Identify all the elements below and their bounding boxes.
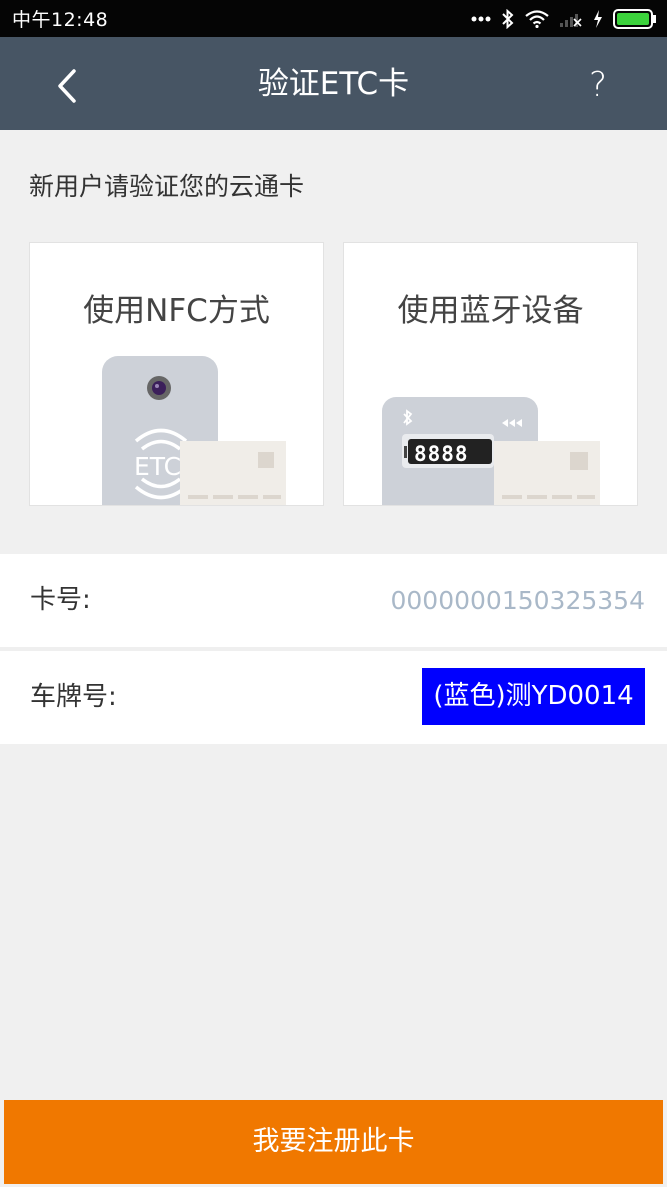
bluetooth-display-text: 8888 [414, 442, 469, 466]
page-title: 验证ETC卡 [257, 66, 410, 102]
nfc-device-text: ETC [134, 452, 181, 481]
status-time: 中午12:48 [12, 9, 109, 31]
card-number-label: 卡号: [30, 585, 91, 615]
plate-number-value: (蓝色)测YD0014 [422, 668, 645, 725]
wifi-icon [525, 9, 549, 28]
plate-number-row: 车牌号: (蓝色)测YD0014 [0, 651, 667, 744]
nfc-phone-illustration: ETC [102, 356, 286, 505]
charging-icon [594, 9, 602, 28]
signal-off-icon [560, 13, 582, 27]
status-icons [471, 8, 657, 29]
plate-number-label: 车牌号: [30, 682, 117, 712]
register-card-button[interactable]: 我要注册此卡 [4, 1100, 663, 1184]
more-dots-icon [471, 16, 491, 21]
status-bar: 中午12:48 [0, 0, 667, 37]
bluetooth-icon [502, 8, 514, 29]
title-bar: 验证ETC卡 ? [0, 37, 667, 130]
instruction-text: 新用户请验证您的云通卡 [29, 172, 305, 201]
bluetooth-option-card[interactable]: 使用蓝牙设备 8888 [343, 242, 638, 506]
nfc-option-card[interactable]: 使用NFC方式 ETC [29, 242, 324, 506]
battery-icon [613, 8, 656, 29]
help-button[interactable]: ? [578, 63, 618, 107]
card-number-row: 卡号: 0000000150325354 [0, 554, 667, 647]
bluetooth-device-illustration: 8888 [382, 397, 600, 505]
card-number-value: 0000000150325354 [390, 586, 646, 615]
